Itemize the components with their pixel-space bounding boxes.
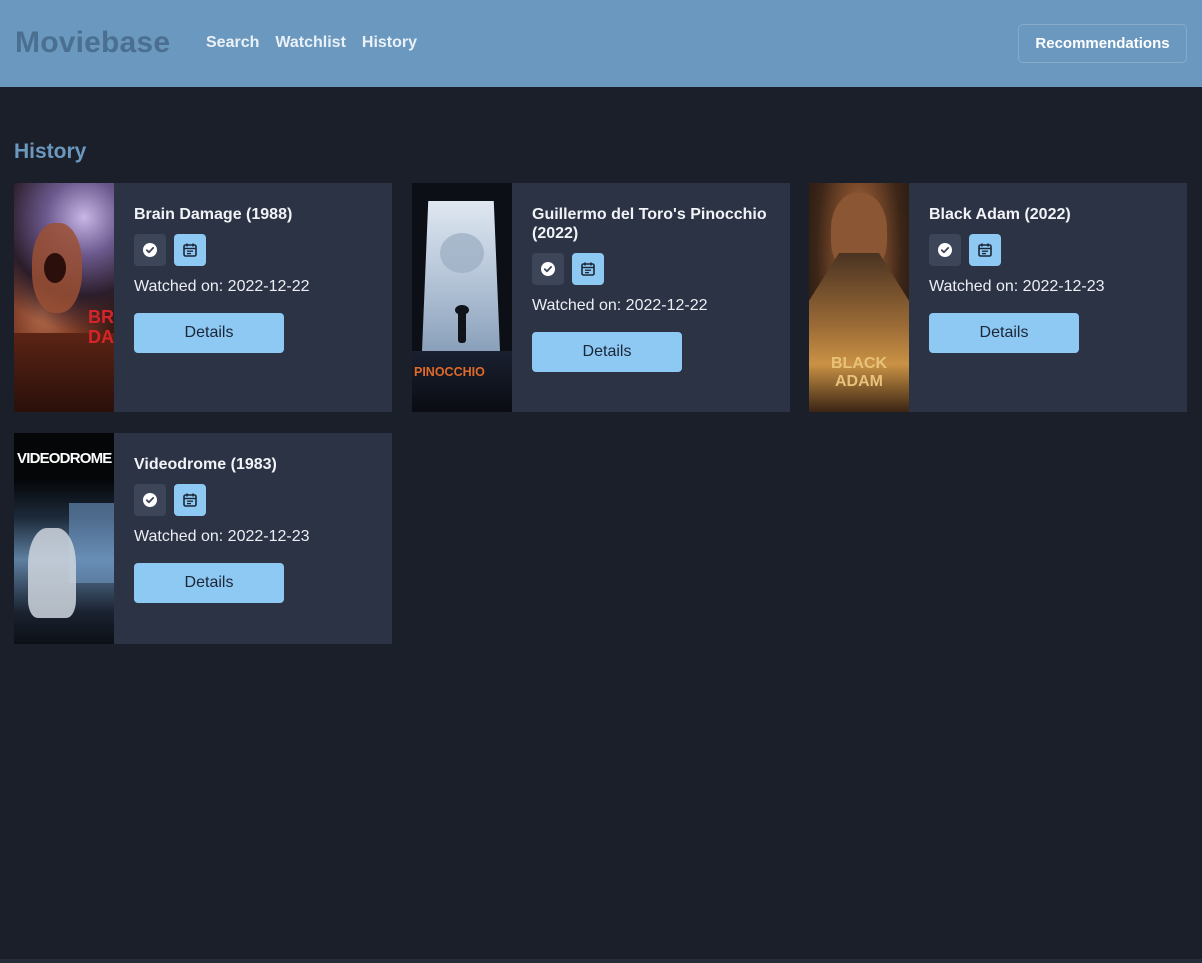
movie-card: BLACK ADAM Black Adam (2022) Watched on:… [809,183,1187,412]
calendar-icon [183,493,197,507]
recommendations-button[interactable]: Recommendations [1018,24,1187,63]
check-circle-icon [541,262,555,276]
movie-card: VIDEODROME Videodrome (1983) Watched on:… [14,433,392,644]
nav-history[interactable]: History [362,34,417,52]
action-icons [134,484,372,516]
nav-links: Search Watchlist History [206,34,417,52]
watched-toggle[interactable] [134,234,166,266]
watched-date: Watched on: 2022-12-22 [532,297,708,314]
watched-date: Watched on: 2022-12-22 [134,278,310,295]
movie-card: BRAIN DAMAGE Brain Damage (1988) Watched… [14,183,392,412]
action-icons [134,234,372,266]
details-button[interactable]: Details [134,563,284,603]
calendar-icon [581,262,595,276]
movie-title: Videodrome (1983) [134,456,277,473]
action-icons [929,234,1167,266]
movie-poster[interactable]: VIDEODROME [14,433,114,644]
card-body: Brain Damage (1988) Watched on: 2022-12-… [114,183,392,412]
watched-date: Watched on: 2022-12-23 [929,278,1105,295]
poster-title-text: BRAIN DAMAGE [88,307,114,347]
watch-date-button[interactable] [969,234,1001,266]
check-circle-icon [143,243,157,257]
card-body: Guillermo del Toro's Pinocchio (2022) Wa… [512,183,790,412]
details-button[interactable]: Details [929,313,1079,353]
footer-divider [0,959,1202,963]
watched-toggle[interactable] [134,484,166,516]
check-circle-icon [938,243,952,257]
check-circle-icon [143,493,157,507]
watch-date-button[interactable] [174,484,206,516]
movie-title: Guillermo del Toro's Pinocchio (2022) [532,206,767,242]
calendar-icon [978,243,992,257]
movie-card: PINOCCHIO Guillermo del Toro's Pinocchio… [412,183,790,412]
nav-watchlist[interactable]: Watchlist [275,34,346,52]
watched-date: Watched on: 2022-12-23 [134,528,310,545]
brand-logo[interactable]: Moviebase [15,26,170,60]
movie-poster[interactable]: BLACK ADAM [809,183,909,412]
watch-date-button[interactable] [174,234,206,266]
poster-title-text: PINOCCHIO [414,365,485,379]
navbar: Moviebase Search Watchlist History Recom… [0,0,1202,87]
poster-title-text: BLACK ADAM [831,355,887,390]
watched-toggle[interactable] [929,234,961,266]
details-button[interactable]: Details [134,313,284,353]
details-button[interactable]: Details [532,332,682,372]
movie-title: Brain Damage (1988) [134,206,293,223]
movie-poster[interactable]: BRAIN DAMAGE [14,183,114,412]
calendar-icon [183,243,197,257]
nav-search[interactable]: Search [206,34,259,52]
movie-poster[interactable]: PINOCCHIO [412,183,512,412]
card-body: Videodrome (1983) Watched on: 2022-12-23… [114,433,392,644]
watch-date-button[interactable] [572,253,604,285]
action-icons [532,253,770,285]
card-body: Black Adam (2022) Watched on: 2022-12-23… [909,183,1187,412]
movie-title: Black Adam (2022) [929,206,1071,223]
poster-title-text: VIDEODROME [17,450,112,467]
watched-toggle[interactable] [532,253,564,285]
page-title: History [14,140,87,163]
